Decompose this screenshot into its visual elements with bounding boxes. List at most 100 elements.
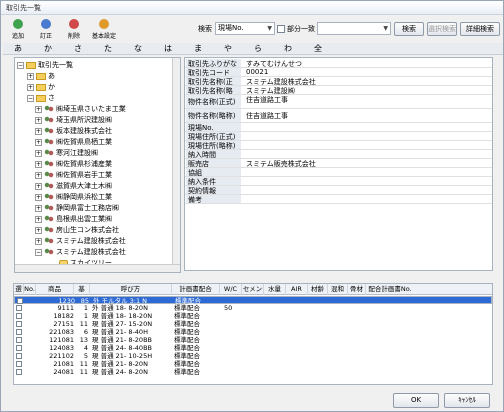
table-row[interactable]: 221083 6 現 普通 21- 8-40H 標準配合	[14, 328, 492, 336]
kana-tab-a[interactable]: あ	[3, 43, 33, 55]
expand-toggle[interactable]: +	[35, 149, 42, 157]
col-product[interactable]: 商品	[36, 284, 74, 295]
tree-item[interactable]: + 房山生コン株式会社	[35, 225, 119, 236]
col-age[interactable]: 材齢	[308, 284, 328, 295]
detail-key: 販売店	[186, 159, 241, 168]
col-base[interactable]: 基No.	[74, 284, 90, 304]
kana-tab-ta[interactable]: た	[93, 43, 123, 55]
row-checkbox[interactable]	[16, 313, 22, 319]
kana-tab-wa[interactable]: わ	[273, 43, 303, 55]
expand-toggle[interactable]: +	[35, 204, 42, 212]
tree-item[interactable]: + 島根県出雲工業㈱	[35, 214, 112, 225]
table-row[interactable]: 221102 5 現 普通 21- 10-25H 標準配合	[14, 352, 492, 360]
col-wc[interactable]: W/C	[220, 284, 242, 295]
settings-button[interactable]: 基本設定	[89, 19, 119, 41]
add-button[interactable]: 追加	[5, 19, 31, 41]
tree-item[interactable]: + ㈱佐賀県岩手工業	[35, 170, 112, 181]
edit-button[interactable]: 訂正	[33, 19, 59, 41]
kana-tab-all[interactable]: 全	[303, 43, 333, 55]
table-row[interactable]: 9111 1 外 普通 18- 8-20N 標準配合 50	[14, 304, 492, 312]
cancel-button[interactable]: ｷｬﾝｾﾙ	[444, 393, 490, 408]
company-tree[interactable]: − 取引先一覧 + あ + か − さ + ㈱埼玉県さいたま工業 + 埼玉県所沢建設㈱ + 坂…	[14, 57, 181, 273]
search-button[interactable]: 検索	[394, 22, 424, 36]
detail-row: 物件名称(略称) 住吉道路工事	[185, 109, 492, 123]
row-checkbox[interactable]	[16, 329, 22, 335]
table-row[interactable]: 24081 11 現 普通 24- 8-20N 標準配合	[14, 368, 492, 376]
expand-toggle[interactable]: +	[35, 182, 42, 190]
delete-button[interactable]: 削除	[61, 19, 87, 41]
table-row[interactable]: 1230 85 外 モルタル 3:1 N 標準配合	[14, 296, 492, 305]
table-row[interactable]: 124083 4 現 普通 24- 8-40BB 標準配合	[14, 344, 492, 352]
kana-tab-ma[interactable]: ま	[183, 43, 213, 55]
col-cement[interactable]: セメント	[242, 284, 264, 304]
row-checkbox[interactable]	[16, 321, 22, 327]
expand-toggle[interactable]: +	[27, 72, 34, 80]
col-water[interactable]: 水量	[264, 284, 286, 295]
expand-toggle[interactable]: +	[35, 127, 42, 135]
table-row[interactable]: 21081 11 現 普通 21- 8-20N 標準配合	[14, 360, 492, 368]
kana-tab-na[interactable]: な	[123, 43, 153, 55]
row-checkbox[interactable]	[16, 337, 22, 343]
tree-root[interactable]: − 取引先一覧	[17, 60, 73, 71]
expand-toggle[interactable]: +	[35, 105, 42, 113]
tree-item[interactable]: + 坂本建設株式会社	[35, 126, 112, 137]
table-row[interactable]: 27151 11 現 普通 27- 15-20N 標準配合	[14, 320, 492, 328]
tree-group-a[interactable]: + あ	[27, 71, 55, 82]
collapse-toggle[interactable]: −	[35, 248, 42, 256]
tree-item-label: 島根県出雲工業㈱	[56, 215, 112, 223]
detail-row: 取引先名称(正式) スミテム建設株式会社	[185, 77, 492, 96]
expand-toggle[interactable]: +	[35, 116, 42, 124]
table-row[interactable]: 18182 1 現 普通 18- 18-20N 標準配合	[14, 312, 492, 320]
col-admixture[interactable]: 混和剤	[328, 284, 348, 304]
tree-group-ka[interactable]: + か	[27, 82, 55, 93]
kana-tab-sa[interactable]: さ	[63, 43, 93, 55]
collapse-toggle[interactable]: −	[17, 61, 24, 69]
tree-item[interactable]: + 埼玉県所沢建設㈱	[35, 115, 112, 126]
expand-toggle[interactable]: +	[35, 226, 42, 234]
tree-item[interactable]: + スミテム建設株式会社	[35, 236, 126, 247]
row-checkbox[interactable]	[16, 353, 22, 359]
tree-item[interactable]: + 滋賀県大津土木㈱	[35, 181, 112, 192]
row-checkbox[interactable]	[16, 345, 22, 351]
expand-toggle[interactable]: +	[35, 237, 42, 245]
partial-match-checkbox[interactable]	[277, 25, 285, 33]
search-input[interactable]: ▼	[317, 22, 391, 35]
select-search-button[interactable]: 選択検索	[427, 22, 457, 36]
row-checkbox[interactable]	[16, 361, 22, 367]
kana-tab-ra[interactable]: ら	[243, 43, 273, 55]
tree-group-sa[interactable]: − さ	[27, 93, 55, 104]
detail-search-button[interactable]: 詳細検索	[460, 22, 500, 36]
collapse-toggle[interactable]: −	[27, 94, 34, 102]
col-aggregate[interactable]: 骨材	[348, 284, 366, 295]
expand-toggle[interactable]: +	[35, 215, 42, 223]
tree-item[interactable]: + ㈱佐賀県鳥栖工業	[35, 137, 112, 148]
col-call[interactable]: 呼び方	[90, 284, 172, 295]
col-no[interactable]: No.	[24, 284, 36, 295]
col-plan-no[interactable]: 配合計画書No.	[366, 284, 414, 295]
col-plan[interactable]: 計画書配合	[172, 284, 220, 295]
tree-horizontal-scrollbar[interactable]	[15, 264, 180, 272]
kana-tab-ha[interactable]: は	[153, 43, 183, 55]
row-checkbox[interactable]	[16, 305, 22, 311]
tree-item[interactable]: + ㈱埼玉県さいたま工業	[35, 104, 126, 115]
table-row[interactable]: 121081 13 現 普通 21- 8-20BB 標準配合	[14, 336, 492, 344]
add-icon	[13, 19, 23, 29]
col-select[interactable]: 選	[14, 284, 24, 295]
tree-item[interactable]: + ㈱静岡県浜松工業	[35, 192, 112, 203]
search-field-select[interactable]: 現場No. ▼	[215, 22, 275, 35]
kana-tab-ya[interactable]: や	[213, 43, 243, 55]
expand-toggle[interactable]: +	[35, 160, 42, 168]
ok-button[interactable]: OK	[393, 393, 439, 408]
expand-toggle[interactable]: +	[27, 83, 34, 91]
tree-item[interactable]: + 静岡県富士工務店㈱	[35, 203, 119, 214]
col-air[interactable]: AIR	[286, 284, 308, 295]
expand-toggle[interactable]: +	[35, 138, 42, 146]
tree-item[interactable]: + 寒河江建設㈱	[35, 148, 98, 159]
row-checkbox[interactable]	[16, 369, 22, 375]
expand-toggle[interactable]: +	[35, 171, 42, 179]
kana-tab-ka[interactable]: か	[33, 43, 63, 55]
tree-item[interactable]: − スミテム建設株式会社	[35, 247, 126, 258]
expand-toggle[interactable]: +	[35, 193, 42, 201]
tree-item[interactable]: + ㈱佐賀県杉浦産業	[35, 159, 112, 170]
tree-vertical-scrollbar[interactable]	[172, 58, 180, 272]
